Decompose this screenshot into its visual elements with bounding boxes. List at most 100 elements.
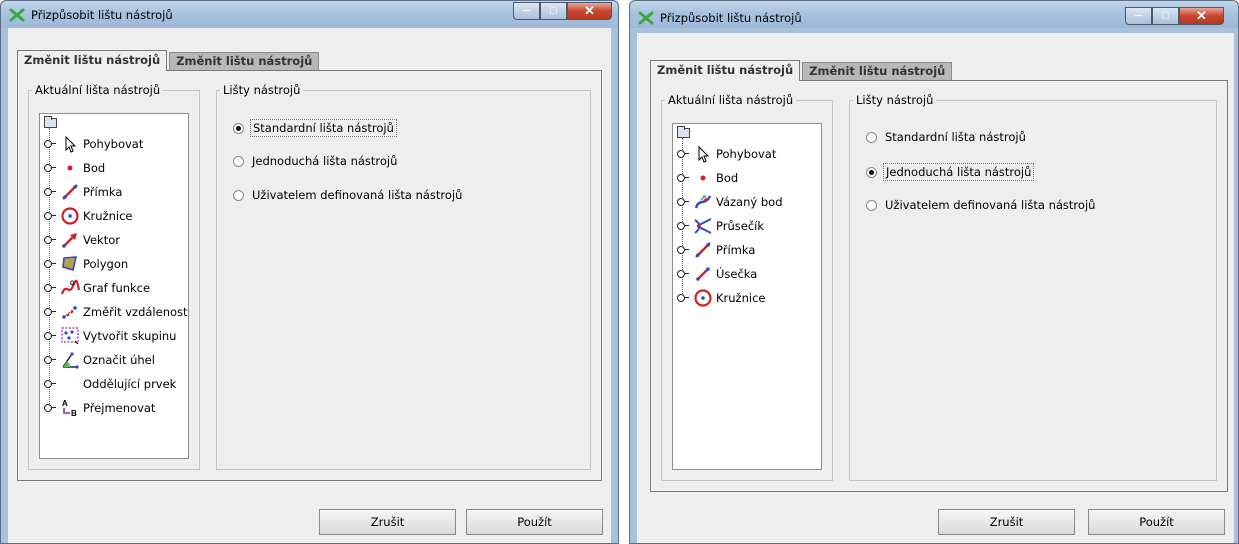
radio-button[interactable] — [866, 131, 877, 143]
tree-item-label: Kružnice — [83, 209, 133, 223]
radio-label: Jednoduchá lišta nástrojů — [883, 163, 1035, 181]
minimize-button[interactable]: ─ — [1125, 7, 1152, 25]
maximize-button[interactable]: □ — [1152, 7, 1179, 25]
tree-item-graf-funkce[interactable]: G Graf funkce — [44, 278, 150, 298]
drag-handle-icon[interactable] — [44, 188, 56, 196]
tree-item-prusecik[interactable]: Průsečík — [677, 216, 764, 236]
radio-standard-toolbar[interactable]: Standardní lišta nástrojů — [233, 119, 397, 137]
title-bar[interactable]: Přizpůsobit lištu nástrojů ─ □ ✕ — [630, 1, 1238, 28]
drag-handle-icon[interactable] — [44, 284, 56, 292]
title-bar[interactable]: Přizpůsobit lištu nástrojů ─ □ ✕ — [1, 1, 618, 28]
apply-button[interactable]: Použít — [1088, 509, 1225, 535]
tree-item-pohybovat[interactable]: Pohybovat — [44, 134, 143, 154]
tree-item-polygon[interactable]: Polygon — [44, 254, 128, 274]
folder-icon — [44, 116, 57, 128]
tree-item-bod[interactable]: Bod — [44, 158, 105, 178]
minimize-button[interactable]: ─ — [513, 2, 540, 20]
drag-handle-icon[interactable] — [677, 222, 689, 230]
tree-item-label: Vázaný bod — [716, 195, 783, 209]
tree-item-kruznice[interactable]: Kružnice — [677, 288, 765, 308]
create-group-icon — [61, 327, 79, 345]
tree-item-pohybovat[interactable]: Pohybovat — [677, 144, 776, 164]
drag-handle-icon[interactable] — [44, 236, 56, 244]
drag-handle-icon[interactable] — [677, 294, 689, 302]
tree-item-bod[interactable]: Bod — [677, 168, 738, 188]
tree-item-zmerit-vzdalenost[interactable]: Změřit vzdálenost — [44, 302, 188, 322]
tree-item-label: Vektor — [83, 233, 120, 247]
circle-icon — [694, 289, 712, 307]
tree-item-vazany-bod[interactable]: Vázaný bod — [677, 192, 783, 212]
toolbars-legend: Lišty nástrojů — [223, 83, 301, 97]
maximize-button[interactable]: □ — [540, 2, 567, 20]
radio-standard-toolbar[interactable]: Standardní lišta nástrojů — [866, 129, 1028, 145]
toolbar-tree[interactable]: Pohybovat Bod Vázaný bod Průsečík Přímka… — [672, 123, 822, 470]
tree-item-prejmenovat[interactable]: AB Přejmenovat — [44, 398, 155, 418]
current-toolbar-legend: Aktuální lišta nástrojů — [35, 83, 161, 97]
tree-item-primka[interactable]: Přímka — [677, 240, 755, 260]
tree-item-label: Přejmenovat — [83, 401, 156, 415]
dialog-client-area: Změnit lištu nástrojů Změnit lištu nástr… — [8, 28, 611, 543]
rename-icon: AB — [62, 399, 77, 418]
radio-simple-toolbar[interactable]: Jednoduchá lišta nástrojů — [233, 153, 399, 169]
drag-handle-icon[interactable] — [44, 164, 56, 172]
close-button[interactable]: ✕ — [567, 2, 612, 20]
tab-strip: Změnit lištu nástrojů Změnit lištu nástr… — [650, 60, 954, 81]
radio-button[interactable] — [866, 199, 877, 211]
toolbar-tree[interactable]: Pohybovat Bod Přímka Kružnice Vektor Pol… — [39, 113, 189, 459]
svg-text:B: B — [71, 409, 77, 418]
drag-handle-icon[interactable] — [677, 150, 689, 158]
radio-button[interactable] — [866, 166, 877, 178]
drag-handle-icon[interactable] — [44, 380, 56, 388]
tree-item-vektor[interactable]: Vektor — [44, 230, 120, 250]
tree-item-usecka[interactable]: Úsečka — [677, 264, 757, 284]
radio-button[interactable] — [233, 189, 244, 201]
drag-handle-icon[interactable] — [677, 270, 689, 278]
dialog-window-simple: Přizpůsobit lištu nástrojů ─ □ ✕ Změnit … — [629, 0, 1239, 544]
tab-change-toolbar[interactable]: Změnit lištu nástrojů — [17, 50, 168, 71]
radio-label: Standardní lišta nástrojů — [250, 119, 397, 137]
tab-change-toolbar-2[interactable]: Změnit lištu nástrojů — [169, 52, 320, 70]
drag-handle-icon[interactable] — [44, 260, 56, 268]
drag-handle-icon[interactable] — [44, 404, 56, 412]
drag-handle-icon[interactable] — [677, 246, 689, 254]
drag-handle-icon[interactable] — [44, 332, 56, 340]
radio-button[interactable] — [233, 122, 244, 134]
vector-icon — [62, 233, 77, 248]
point-icon — [700, 175, 706, 181]
tree-item-label: Oddělující prvek — [83, 377, 177, 391]
radio-label: Jednoduchá lišta nástrojů — [252, 154, 398, 168]
tree-item-oddelujici-prvek[interactable]: Oddělující prvek — [44, 374, 176, 394]
tree-item-label: Pohybovat — [716, 147, 777, 161]
move-arrow-icon — [698, 145, 710, 163]
drag-handle-icon[interactable] — [44, 356, 56, 364]
drag-handle-icon[interactable] — [44, 140, 56, 148]
current-toolbar-group: Aktuální lišta nástrojů Pohybovat Bod — [661, 93, 833, 481]
cancel-button[interactable]: Zrušit — [938, 509, 1075, 535]
segment-icon — [696, 267, 710, 281]
separator-icon — [60, 374, 80, 394]
cancel-button[interactable]: Zrušit — [319, 509, 456, 535]
radio-label: Uživatelem definovaná lišta nástrojů — [252, 188, 463, 202]
radio-user-defined-toolbar[interactable]: Uživatelem definovaná lišta nástrojů — [866, 197, 1097, 213]
radio-simple-toolbar[interactable]: Jednoduchá lišta nástrojů — [866, 163, 1035, 181]
tree-item-oznacit-uhel[interactable]: Označit úhel — [44, 350, 155, 370]
tab-change-toolbar[interactable]: Změnit lištu nástrojů — [650, 60, 801, 81]
tree-item-label: Označit úhel — [83, 353, 155, 367]
window-title: Přizpůsobit lištu nástrojů — [660, 11, 802, 25]
tree-item-vytvorit-skupinu[interactable]: Vytvořit skupinu — [44, 326, 176, 346]
drag-handle-icon[interactable] — [677, 198, 689, 206]
tree-item-label: Přímka — [83, 185, 123, 199]
tree-item-primka[interactable]: Přímka — [44, 182, 122, 202]
tree-item-kruznice[interactable]: Kružnice — [44, 206, 132, 226]
apply-button[interactable]: Použít — [466, 509, 603, 535]
drag-handle-icon[interactable] — [44, 308, 56, 316]
close-button[interactable]: ✕ — [1179, 7, 1224, 25]
dialog-window-standard: Přizpůsobit lištu nástrojů ─ □ ✕ Změnit … — [0, 0, 619, 544]
radio-button[interactable] — [233, 155, 244, 167]
radio-user-defined-toolbar[interactable]: Uživatelem definovaná lišta nástrojů — [233, 187, 464, 203]
drag-handle-icon[interactable] — [677, 174, 689, 182]
window-title: Přizpůsobit lištu nástrojů — [31, 8, 173, 22]
maximize-icon: □ — [550, 5, 557, 17]
tab-change-toolbar-2[interactable]: Změnit lištu nástrojů — [802, 62, 953, 80]
drag-handle-icon[interactable] — [44, 212, 56, 220]
